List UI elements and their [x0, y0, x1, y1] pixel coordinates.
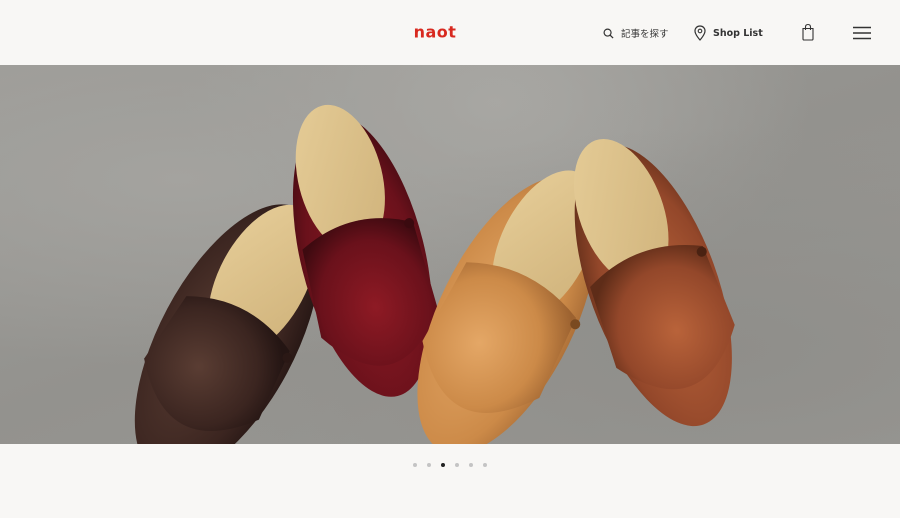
search-articles-label: 記事を探す: [621, 29, 669, 40]
menu-button[interactable]: [853, 25, 871, 44]
shop-list-label: Shop List: [713, 27, 763, 39]
location-pin-icon: [694, 25, 706, 41]
carousel-pagination: [0, 460, 900, 470]
site-header: naot 記事を探す Shop List: [0, 0, 900, 65]
shopping-bag-icon: [802, 23, 814, 41]
shoes-photo: [134, 104, 735, 444]
cart-button[interactable]: [801, 23, 815, 45]
search-articles-link[interactable]: 記事を探す: [603, 24, 669, 42]
shop-list-link[interactable]: Shop List: [694, 24, 763, 42]
search-icon: [603, 28, 614, 39]
carousel-dot[interactable]: [427, 463, 431, 467]
carousel-dot[interactable]: [483, 463, 487, 467]
carousel-dot[interactable]: [469, 463, 473, 467]
carousel-dot[interactable]: [455, 463, 459, 467]
carousel-dot-active[interactable]: [441, 463, 445, 467]
carousel-dot[interactable]: [413, 463, 417, 467]
brand-logo[interactable]: naot: [414, 23, 457, 42]
hamburger-menu-icon: [853, 26, 871, 40]
hero-carousel-image[interactable]: [0, 65, 900, 444]
